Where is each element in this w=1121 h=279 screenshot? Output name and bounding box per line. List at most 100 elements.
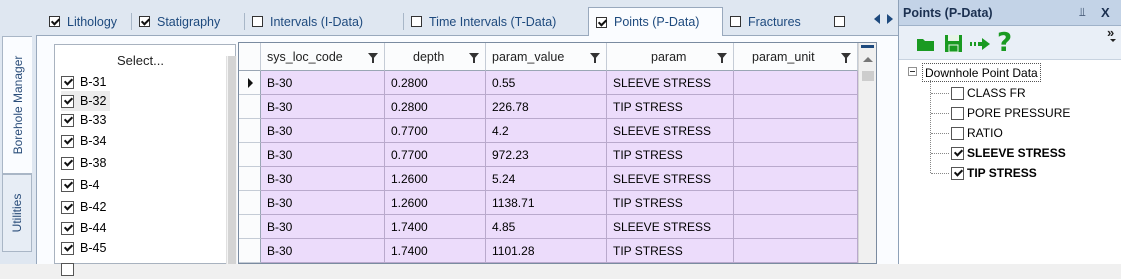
table-cell[interactable]: 1.7400: [385, 239, 486, 263]
folder-open-icon[interactable]: [916, 36, 936, 52]
save-icon[interactable]: [944, 34, 963, 53]
location-checkbox[interactable]: [61, 94, 74, 108]
chevron-down-icon[interactable]: [1110, 39, 1116, 42]
tree-item-sleeve-stress[interactable]: SLEEVE STRESS: [951, 144, 1066, 162]
toolbar-overflow-icon[interactable]: »: [1107, 25, 1114, 40]
table-cell[interactable]: 0.55: [486, 71, 607, 95]
table-cell[interactable]: [734, 143, 858, 167]
list-scrollbar[interactable]: [226, 56, 237, 264]
tab-scroll-right-icon[interactable]: [887, 14, 893, 24]
tab-checkbox[interactable]: [411, 16, 422, 27]
location-checkbox[interactable]: [61, 262, 74, 276]
tab-intervals[interactable]: Intervals (I-Data): [245, 8, 404, 35]
list-item[interactable]: B-42: [61, 197, 106, 217]
table-row[interactable]: B-30 1.2600 1138.71 TIP STRESS: [239, 191, 876, 215]
row-header[interactable]: [239, 119, 261, 143]
table-cell[interactable]: B-30: [261, 167, 385, 191]
location-checkbox[interactable]: [61, 200, 74, 214]
table-cell[interactable]: TIP STRESS: [607, 95, 734, 119]
table-row[interactable]: B-30 0.7700 972.23 TIP STRESS: [239, 143, 876, 167]
tab-checkbox[interactable]: [730, 16, 741, 27]
table-cell[interactable]: [734, 191, 858, 215]
table-cell[interactable]: B-30: [261, 143, 385, 167]
location-checkbox[interactable]: [61, 178, 74, 192]
table-cell[interactable]: 1.7400: [385, 215, 486, 239]
column-header-depth[interactable]: depth: [385, 43, 486, 71]
row-header[interactable]: [239, 167, 261, 191]
list-item[interactable]: B-44: [61, 218, 106, 238]
table-cell[interactable]: [734, 95, 858, 119]
list-item[interactable]: B-4: [61, 175, 99, 195]
table-cell[interactable]: SLEEVE STRESS: [607, 119, 734, 143]
column-chooser-icon[interactable]: [861, 45, 874, 48]
table-cell[interactable]: [734, 71, 858, 95]
table-row[interactable]: B-30 1.7400 4.85 SLEEVE STRESS: [239, 215, 876, 239]
tab-statigraphy[interactable]: Statigraphy: [132, 8, 245, 35]
filter-icon[interactable]: [717, 53, 727, 63]
tab-overflow[interactable]: [827, 8, 855, 35]
table-row[interactable]: B-30 0.7700 4.2 SLEEVE STRESS: [239, 119, 876, 143]
list-item[interactable]: B-33: [61, 110, 106, 130]
tab-time-intervals[interactable]: Time Intervals (T-Data): [404, 8, 588, 35]
table-cell[interactable]: 0.2800: [385, 71, 486, 95]
tab-scroll-left-icon[interactable]: [874, 14, 880, 24]
table-cell[interactable]: 972.23: [486, 143, 607, 167]
tree-checkbox[interactable]: [951, 166, 964, 180]
column-header-param[interactable]: param: [607, 43, 734, 71]
table-cell[interactable]: 4.2: [486, 119, 607, 143]
table-cell[interactable]: B-30: [261, 191, 385, 215]
filter-icon[interactable]: [368, 53, 378, 63]
tree-item-tip-stress[interactable]: TIP STRESS: [951, 164, 1037, 182]
grid-scrollbar[interactable]: [858, 43, 876, 263]
table-row[interactable]: B-30 0.2800 0.55 SLEEVE STRESS: [239, 71, 876, 95]
table-cell[interactable]: [734, 119, 858, 143]
table-cell[interactable]: 4.85: [486, 215, 607, 239]
location-checkbox[interactable]: [61, 113, 74, 127]
row-header[interactable]: [239, 71, 261, 95]
table-cell[interactable]: SLEEVE STRESS: [607, 167, 734, 191]
table-cell[interactable]: 226.78: [486, 95, 607, 119]
tab-points[interactable]: Points (P-Data): [588, 7, 723, 36]
table-cell[interactable]: 0.2800: [385, 95, 486, 119]
row-header[interactable]: [239, 215, 261, 239]
list-item[interactable]: B-45: [61, 238, 106, 258]
list-scrollbar-thumb[interactable]: [228, 56, 236, 264]
table-cell[interactable]: TIP STRESS: [607, 239, 734, 263]
filter-icon[interactable]: [469, 53, 479, 63]
column-header-sys-loc-code[interactable]: sys_loc_code: [261, 43, 385, 71]
filter-icon[interactable]: [841, 53, 851, 63]
side-tab-utilities[interactable]: Utilities: [2, 174, 32, 252]
tab-checkbox[interactable]: [596, 16, 607, 28]
table-cell[interactable]: [734, 167, 858, 191]
table-cell[interactable]: 1138.71: [486, 191, 607, 215]
table-cell[interactable]: TIP STRESS: [607, 143, 734, 167]
list-item[interactable]: B-38: [61, 153, 106, 173]
table-cell[interactable]: 1.2600: [385, 167, 486, 191]
list-item[interactable]: [61, 259, 80, 279]
table-cell[interactable]: B-30: [261, 239, 385, 263]
table-cell[interactable]: B-30: [261, 71, 385, 95]
tab-checkbox[interactable]: [834, 16, 845, 27]
row-header[interactable]: [239, 191, 261, 215]
tab-checkbox[interactable]: [139, 16, 150, 27]
column-header-param-value[interactable]: param_value: [486, 43, 607, 71]
table-cell[interactable]: B-30: [261, 119, 385, 143]
table-cell[interactable]: 0.7700: [385, 143, 486, 167]
list-item[interactable]: B-31: [61, 72, 106, 92]
location-checkbox[interactable]: [61, 134, 74, 148]
table-cell[interactable]: 1101.28: [486, 239, 607, 263]
filter-icon[interactable]: [590, 53, 600, 63]
table-row[interactable]: B-30 1.7400 1101.28 TIP STRESS: [239, 239, 876, 263]
tree-item-pore-pressure[interactable]: PORE PRESSURE: [951, 104, 1070, 122]
list-item[interactable]: B-32: [61, 91, 111, 111]
tree-root[interactable]: Downhole Point Data: [922, 63, 1041, 82]
row-header[interactable]: [239, 95, 261, 119]
close-icon[interactable]: X: [1101, 5, 1110, 20]
table-cell[interactable]: [734, 239, 858, 263]
table-cell[interactable]: B-30: [261, 95, 385, 119]
import-arrow-icon[interactable]: [970, 38, 992, 50]
side-tab-borehole-manager[interactable]: Borehole Manager: [2, 36, 32, 174]
tab-checkbox[interactable]: [49, 16, 60, 27]
location-checkbox[interactable]: [61, 241, 74, 255]
list-item[interactable]: B-34: [61, 131, 106, 151]
